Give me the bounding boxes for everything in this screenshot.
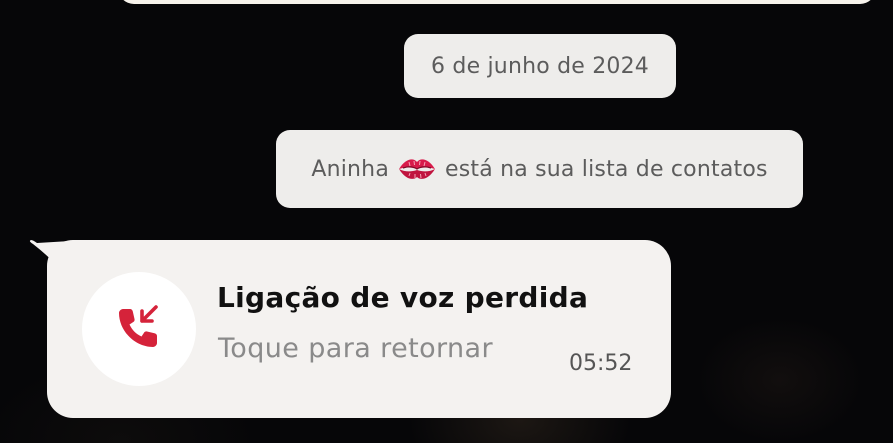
message-timestamp: 05:52 <box>569 351 633 376</box>
call-back-hint[interactable]: Toque para retornar <box>218 333 493 364</box>
contact-notice-text: está na sua lista de contatos <box>445 156 768 182</box>
missed-call-icon <box>115 303 163 355</box>
previous-message-bubble[interactable] <box>118 0 876 4</box>
missed-call-avatar[interactable] <box>82 272 196 386</box>
contact-notice: Aninha está na sua lista de contatos <box>276 130 803 208</box>
date-separator: 6 de junho de 2024 <box>404 34 676 98</box>
date-separator-label: 6 de junho de 2024 <box>431 53 649 79</box>
contact-name: Aninha <box>311 156 390 182</box>
kiss-mark-icon <box>397 155 437 183</box>
missed-call-title: Ligação de voz perdida <box>217 281 589 314</box>
